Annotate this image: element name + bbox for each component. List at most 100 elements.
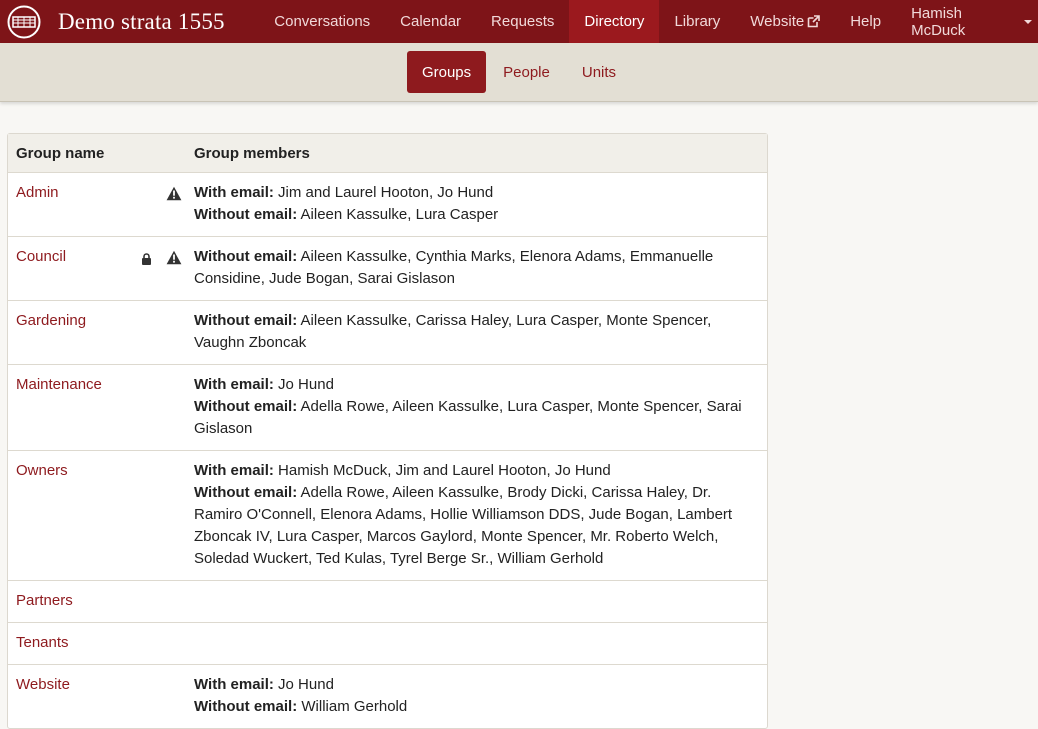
col-header-group-name: Group name — [16, 144, 105, 162]
group-flags-cell — [119, 622, 186, 665]
group-members-cell: Without email: Aileen Kassulke, Cynthia … — [186, 236, 767, 301]
without-email-line: Without email: Adella Rowe, Aileen Kassu… — [194, 396, 759, 440]
without-email-label: Without email: — [194, 248, 298, 265]
nav-help[interactable]: Help — [835, 0, 896, 43]
group-name-cell: Owners — [8, 450, 119, 581]
without-email-line: Without email: Adella Rowe, Aileen Kassu… — [194, 482, 759, 570]
table-row: Tenants — [8, 622, 767, 665]
without-email-label: Without email: — [194, 484, 298, 501]
group-members-cell: With email: Jo Hund Without email: Willia… — [186, 664, 767, 728]
without-email-label: Without email: — [194, 398, 298, 415]
table-row: Admin With email: Jim and Laurel Hooton, … — [8, 172, 767, 237]
with-email-members: Hamish McDuck, Jim and Laurel Hooton, Jo… — [278, 462, 611, 479]
group-flags-cell — [119, 664, 186, 728]
without-email-line: Without email: William Gerhold — [194, 696, 759, 718]
without-email-line: Without email: Aileen Kassulke, Cynthia … — [194, 246, 759, 290]
group-name-cell: Partners — [8, 580, 119, 623]
group-flags-cell — [119, 300, 186, 365]
with-email-label: With email: — [194, 676, 274, 693]
group-members-cell: With email: Jim and Laurel Hooton, Jo Hu… — [186, 172, 767, 237]
group-members-cell: With email: Hamish McDuck, Jim and Laure… — [186, 450, 767, 581]
tab-groups[interactable]: Groups — [406, 51, 487, 93]
table-row: Gardening Without email: Aileen Kassulke,… — [8, 300, 767, 365]
without-email-members: Aileen Kassulke, Lura Casper — [300, 206, 499, 223]
nav-label: Help — [850, 13, 882, 30]
tab-units[interactable]: Units — [567, 51, 631, 93]
with-email-members: Jo Hund — [278, 676, 334, 693]
table-row: Owners With email: Hamish McDuck, Jim and… — [8, 450, 767, 581]
col-header-group-members: Group members — [194, 144, 310, 162]
group-link[interactable]: Partners — [16, 592, 73, 609]
tab-people[interactable]: People — [488, 51, 565, 93]
group-link[interactable]: Gardening — [16, 312, 86, 329]
strata-logo-icon — [7, 5, 41, 39]
group-link[interactable]: Tenants — [16, 634, 69, 651]
caret-down-icon — [1024, 19, 1032, 24]
user-menu[interactable]: Hamish McDuck — [896, 0, 1038, 43]
main-nav: Conversations Calendar Requests Directory Li… — [259, 0, 896, 43]
warning-icon — [166, 186, 182, 208]
table-row: Partners — [8, 580, 767, 623]
group-members-cell — [186, 622, 767, 665]
nav-directory[interactable]: Directory — [569, 0, 660, 43]
group-link[interactable]: Owners — [16, 462, 68, 479]
with-email-members: Jim and Laurel Hooton, Jo Hund — [278, 184, 494, 201]
lock-icon — [141, 250, 152, 272]
brand-name: Demo strata 1555 — [58, 8, 225, 34]
group-flags-cell — [119, 450, 186, 581]
nav-calendar[interactable]: Calendar — [385, 0, 476, 43]
nav-label: Calendar — [400, 13, 462, 30]
group-flags-cell — [119, 236, 186, 301]
with-email-members: Jo Hund — [278, 376, 334, 393]
group-members-cell — [186, 580, 767, 623]
nav-label: Requests — [491, 13, 555, 30]
group-link[interactable]: Maintenance — [16, 376, 102, 393]
brand-home-link[interactable]: Demo strata 1555 — [0, 0, 259, 43]
nav-label: Library — [674, 13, 721, 30]
external-link-icon — [807, 15, 821, 28]
group-flags-cell — [119, 580, 186, 623]
with-email-line: With email: Jim and Laurel Hooton, Jo Hu… — [194, 182, 759, 204]
with-email-line: With email: Hamish McDuck, Jim and Laure… — [194, 460, 759, 482]
user-name: Hamish McDuck — [911, 4, 966, 39]
group-flags-cell — [119, 172, 186, 237]
with-email-line: With email: Jo Hund — [194, 674, 759, 696]
group-flags-cell — [119, 364, 186, 451]
group-name-cell: Maintenance — [8, 364, 119, 451]
nav-requests[interactable]: Requests — [476, 0, 569, 43]
group-link[interactable]: Website — [16, 676, 70, 693]
with-email-line: With email: Jo Hund — [194, 374, 759, 396]
without-email-label: Without email: — [194, 206, 298, 223]
nav-label: Conversations — [274, 13, 371, 30]
group-name-cell: Tenants — [8, 622, 119, 665]
with-email-label: With email: — [194, 184, 274, 201]
with-email-label: With email: — [194, 376, 274, 393]
nav-label: Website — [750, 13, 805, 30]
group-members-cell: With email: Jo Hund Without email: Adella… — [186, 364, 767, 451]
groups-table: Group name Group members Admin With email… — [8, 134, 767, 728]
group-members-cell: Without email: Aileen Kassulke, Carissa … — [186, 300, 767, 365]
top-navbar: Demo strata 1555 Conversations Calendar Re… — [0, 0, 1038, 43]
table-header-row: Group name Group members — [8, 134, 767, 173]
table-row: Maintenance With email: Jo Hund Without em… — [8, 364, 767, 451]
group-name-cell: Gardening — [8, 300, 119, 365]
group-name-cell: Council — [8, 236, 119, 301]
without-email-label: Without email: — [194, 312, 298, 329]
group-link[interactable]: Admin — [16, 184, 59, 201]
without-email-line: Without email: Aileen Kassulke, Carissa … — [194, 310, 759, 354]
without-email-members: William Gerhold — [301, 698, 408, 715]
nav-conversations[interactable]: Conversations — [259, 0, 385, 43]
with-email-label: With email: — [194, 462, 274, 479]
group-name-cell: Admin — [8, 172, 119, 237]
group-link[interactable]: Council — [16, 248, 66, 265]
groups-table-card: Group name Group members Admin With email… — [7, 133, 768, 729]
warning-icon — [166, 250, 182, 272]
nav-library[interactable]: Library — [659, 0, 735, 43]
table-row: Website With email: Jo Hund Without email:… — [8, 664, 767, 728]
group-name-cell: Website — [8, 664, 119, 728]
without-email-line: Without email: Aileen Kassulke, Lura Cas… — [194, 204, 759, 226]
directory-subnav: Groups People Units — [0, 43, 1038, 102]
table-row: Council Without email: Aileen Kassulke, C… — [8, 236, 767, 301]
nav-website[interactable]: Website — [735, 0, 835, 43]
without-email-label: Without email: — [194, 698, 298, 715]
